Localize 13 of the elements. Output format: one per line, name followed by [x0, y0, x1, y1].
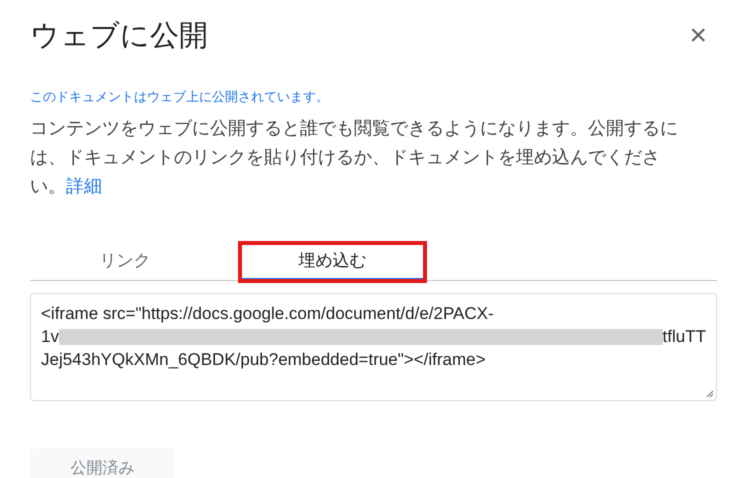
code-text: 1v [41, 326, 59, 348]
embed-code-field[interactable]: <iframe src="https://docs.google.com/document/d/e/2PACX- 1v tfluTT Jej543hYQkXMn_6QBDK/pub?embedded=true"></iframe> [30, 293, 717, 401]
learn-more-link[interactable]: 詳細 [66, 176, 102, 196]
close-button[interactable]: × [689, 21, 717, 51]
code-text: Jej543hYQkXMn_6QBDK/pub?embedded=true"></iframe> [41, 349, 486, 371]
code-text: tfluTT [662, 326, 706, 348]
code-text: <iframe src="https://docs.google.com/document/d/e/2PACX- [41, 303, 494, 325]
tab[interactable]: リンク [30, 243, 220, 281]
resize-grip-icon[interactable] [706, 390, 714, 398]
published-notice: このドキュメントはウェブ上に公開されています。 [30, 88, 330, 106]
description-text: コンテンツをウェブに公開すると誰でも閲覧できるようになります。公開するには、ドキュメントのリンクを貼り付けるか、ドキュメントを埋め込んでください。詳細 [30, 117, 679, 198]
tab[interactable]: 埋め込む [240, 243, 425, 281]
dialog-title: ウェブに公開 [30, 19, 208, 54]
